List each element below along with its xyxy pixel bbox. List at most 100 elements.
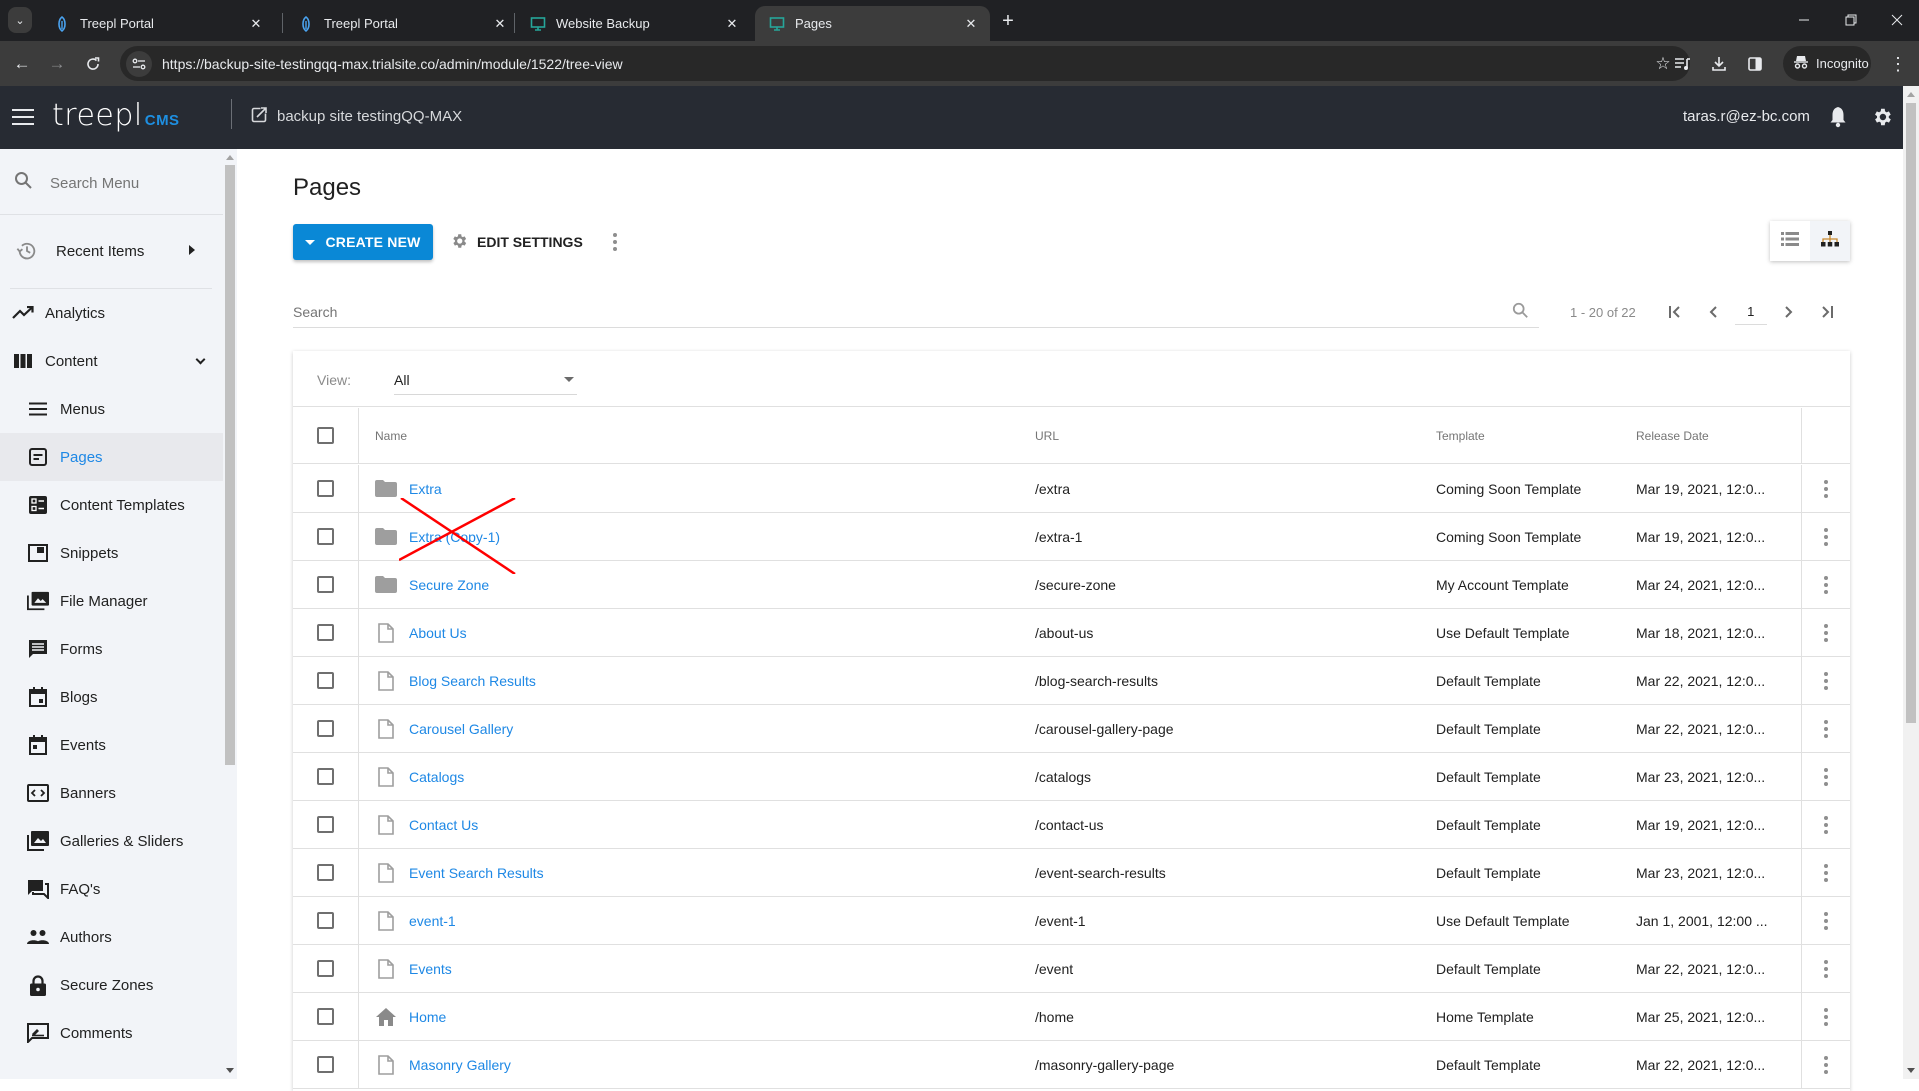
recent-items[interactable]: Recent Items: [0, 216, 223, 286]
page-name-link[interactable]: Home: [409, 1009, 446, 1025]
scroll-down-arrow[interactable]: [226, 1068, 234, 1073]
page-name-link[interactable]: Secure Zone: [409, 577, 489, 593]
sidebar-item-galleries-sliders[interactable]: Galleries & Sliders: [0, 817, 223, 865]
chrome-menu-icon[interactable]: ⋮: [1888, 51, 1908, 77]
page-name-link[interactable]: Catalogs: [409, 769, 464, 785]
next-page-button[interactable]: [1770, 299, 1808, 325]
table-row[interactable]: Events/event Default Template Mar 22, 2021…: [293, 945, 1850, 993]
browser-tab[interactable]: Treepl Portal ✕: [284, 6, 519, 41]
sidebar-item-analytics[interactable]: Analytics: [0, 289, 223, 337]
minimize-button[interactable]: [1784, 6, 1824, 34]
edit-settings-button[interactable]: EDIT SETTINGS: [450, 229, 583, 255]
row-actions-menu-icon[interactable]: [1824, 719, 1828, 738]
page-number-input[interactable]: 1: [1734, 299, 1767, 325]
table-row[interactable]: Catalogs/catalogs Default Template Mar 23,…: [293, 753, 1850, 801]
last-page-button[interactable]: [1808, 299, 1846, 325]
page-name-link[interactable]: Blog Search Results: [409, 673, 536, 689]
pages-search-input[interactable]: Search: [293, 292, 1539, 328]
row-actions-menu-icon[interactable]: [1824, 863, 1828, 882]
browser-tab-active[interactable]: Pages ✕: [755, 6, 990, 41]
sidebar-item-menus[interactable]: Menus: [0, 385, 223, 433]
row-actions-menu-icon[interactable]: [1824, 767, 1828, 786]
prev-page-button[interactable]: [1694, 299, 1732, 325]
table-row[interactable]: About Us/about-us Use Default Template Mar…: [293, 609, 1850, 657]
row-checkbox[interactable]: [317, 912, 334, 929]
treepl-logo[interactable]: treepl CMS: [52, 98, 180, 133]
page-name-link[interactable]: Event Search Results: [409, 865, 544, 881]
page-name-link[interactable]: Carousel Gallery: [409, 721, 513, 737]
tab-close-icon[interactable]: ✕: [491, 15, 509, 33]
row-actions-menu-icon[interactable]: [1824, 1055, 1828, 1074]
list-view-button[interactable]: [1770, 221, 1810, 261]
page-name-link[interactable]: Events: [409, 961, 452, 977]
media-controls-icon[interactable]: [1670, 51, 1696, 77]
side-panel-icon[interactable]: [1742, 51, 1768, 77]
column-header-name[interactable]: Name: [359, 408, 1035, 463]
open-site-link[interactable]: backup site testingQQ-MAX: [251, 106, 462, 127]
table-row[interactable]: Extra/extra Coming Soon Template Mar 19, 2…: [293, 465, 1850, 513]
table-row[interactable]: Event Search Results/event-search-result…: [293, 849, 1850, 897]
sidebar-item-content-templates[interactable]: Content Templates: [0, 481, 223, 529]
incognito-indicator[interactable]: Incognito: [1783, 46, 1871, 81]
table-row[interactable]: Carousel Gallery/carousel-gallery-page De…: [293, 705, 1850, 753]
table-row[interactable]: Extra (Copy-1) /extra-1 Coming Soon Templa…: [293, 513, 1850, 561]
row-checkbox[interactable]: [317, 480, 334, 497]
hamburger-menu-icon[interactable]: [12, 106, 34, 128]
table-row[interactable]: Home/home Home Template Mar 25, 2021, 12:0…: [293, 993, 1850, 1041]
page-name-link[interactable]: Masonry Gallery: [409, 1057, 511, 1073]
row-checkbox[interactable]: [317, 1008, 334, 1025]
tab-close-icon[interactable]: ✕: [962, 15, 980, 33]
sidebar-scrollbar[interactable]: [223, 149, 237, 1079]
table-row[interactable]: Secure Zone/secure-zone My Account Templa…: [293, 561, 1850, 609]
row-checkbox[interactable]: [317, 816, 334, 833]
column-header-release-date[interactable]: Release Date: [1636, 408, 1801, 463]
sidebar-scrollbar-thumb[interactable]: [225, 165, 235, 765]
scroll-down-arrow[interactable]: [1907, 1068, 1915, 1073]
download-icon[interactable]: [1706, 51, 1732, 77]
table-row[interactable]: Blog Search Results/blog-search-results D…: [293, 657, 1850, 705]
row-checkbox[interactable]: [317, 768, 334, 785]
row-actions-menu-icon[interactable]: [1824, 1007, 1828, 1026]
row-checkbox[interactable]: [317, 864, 334, 881]
reload-button[interactable]: [79, 50, 107, 78]
sidebar-item-forms[interactable]: Forms: [0, 625, 223, 673]
sidebar-item-faqs[interactable]: FAQ's: [0, 865, 223, 913]
table-row[interactable]: event-1/event-1 Use Default Template Jan 1…: [293, 897, 1850, 945]
page-name-link[interactable]: event-1: [409, 913, 456, 929]
user-email[interactable]: taras.r@ez-bc.com: [1683, 108, 1810, 125]
tab-close-icon[interactable]: ✕: [247, 15, 265, 33]
sidebar-item-file-manager[interactable]: File Manager: [0, 577, 223, 625]
page-name-link[interactable]: Contact Us: [409, 817, 478, 833]
column-header-url[interactable]: URL: [1035, 408, 1436, 463]
more-options-icon[interactable]: [607, 229, 623, 255]
row-checkbox[interactable]: [317, 528, 334, 545]
sidebar-item-secure-zones[interactable]: Secure Zones: [0, 961, 223, 1009]
sidebar-item-snippets[interactable]: Snippets: [0, 529, 223, 577]
row-actions-menu-icon[interactable]: [1824, 911, 1828, 930]
row-actions-menu-icon[interactable]: [1824, 527, 1828, 546]
page-name-link[interactable]: Extra (Copy-1): [409, 529, 500, 545]
search-icon[interactable]: [1512, 302, 1529, 324]
row-checkbox[interactable]: [317, 720, 334, 737]
row-actions-menu-icon[interactable]: [1824, 575, 1828, 594]
close-window-button[interactable]: [1877, 6, 1917, 34]
scroll-up-arrow[interactable]: [1907, 92, 1915, 97]
settings-gear-icon[interactable]: [1869, 104, 1895, 130]
tab-close-icon[interactable]: ✕: [723, 15, 741, 33]
row-actions-menu-icon[interactable]: [1824, 671, 1828, 690]
page-name-link[interactable]: About Us: [409, 625, 467, 641]
url-text[interactable]: https://backup-site-testingqq-max.trials…: [162, 56, 1648, 72]
new-tab-button[interactable]: +: [996, 9, 1020, 33]
forward-button[interactable]: →: [43, 50, 71, 78]
create-new-button[interactable]: CREATE NEW: [293, 224, 433, 260]
sidebar-item-events[interactable]: Events: [0, 721, 223, 769]
restore-button[interactable]: [1831, 6, 1871, 34]
row-checkbox[interactable]: [317, 1056, 334, 1073]
address-bar[interactable]: https://backup-site-testingqq-max.trials…: [120, 46, 1690, 81]
table-row[interactable]: Masonry Gallery/masonry-gallery-page Defa…: [293, 1041, 1850, 1089]
browser-tab[interactable]: Treepl Portal ✕: [40, 6, 275, 41]
first-page-button[interactable]: [1656, 299, 1694, 325]
sidebar-item-blogs[interactable]: Blogs: [0, 673, 223, 721]
scroll-up-arrow[interactable]: [226, 155, 234, 160]
row-checkbox[interactable]: [317, 624, 334, 641]
